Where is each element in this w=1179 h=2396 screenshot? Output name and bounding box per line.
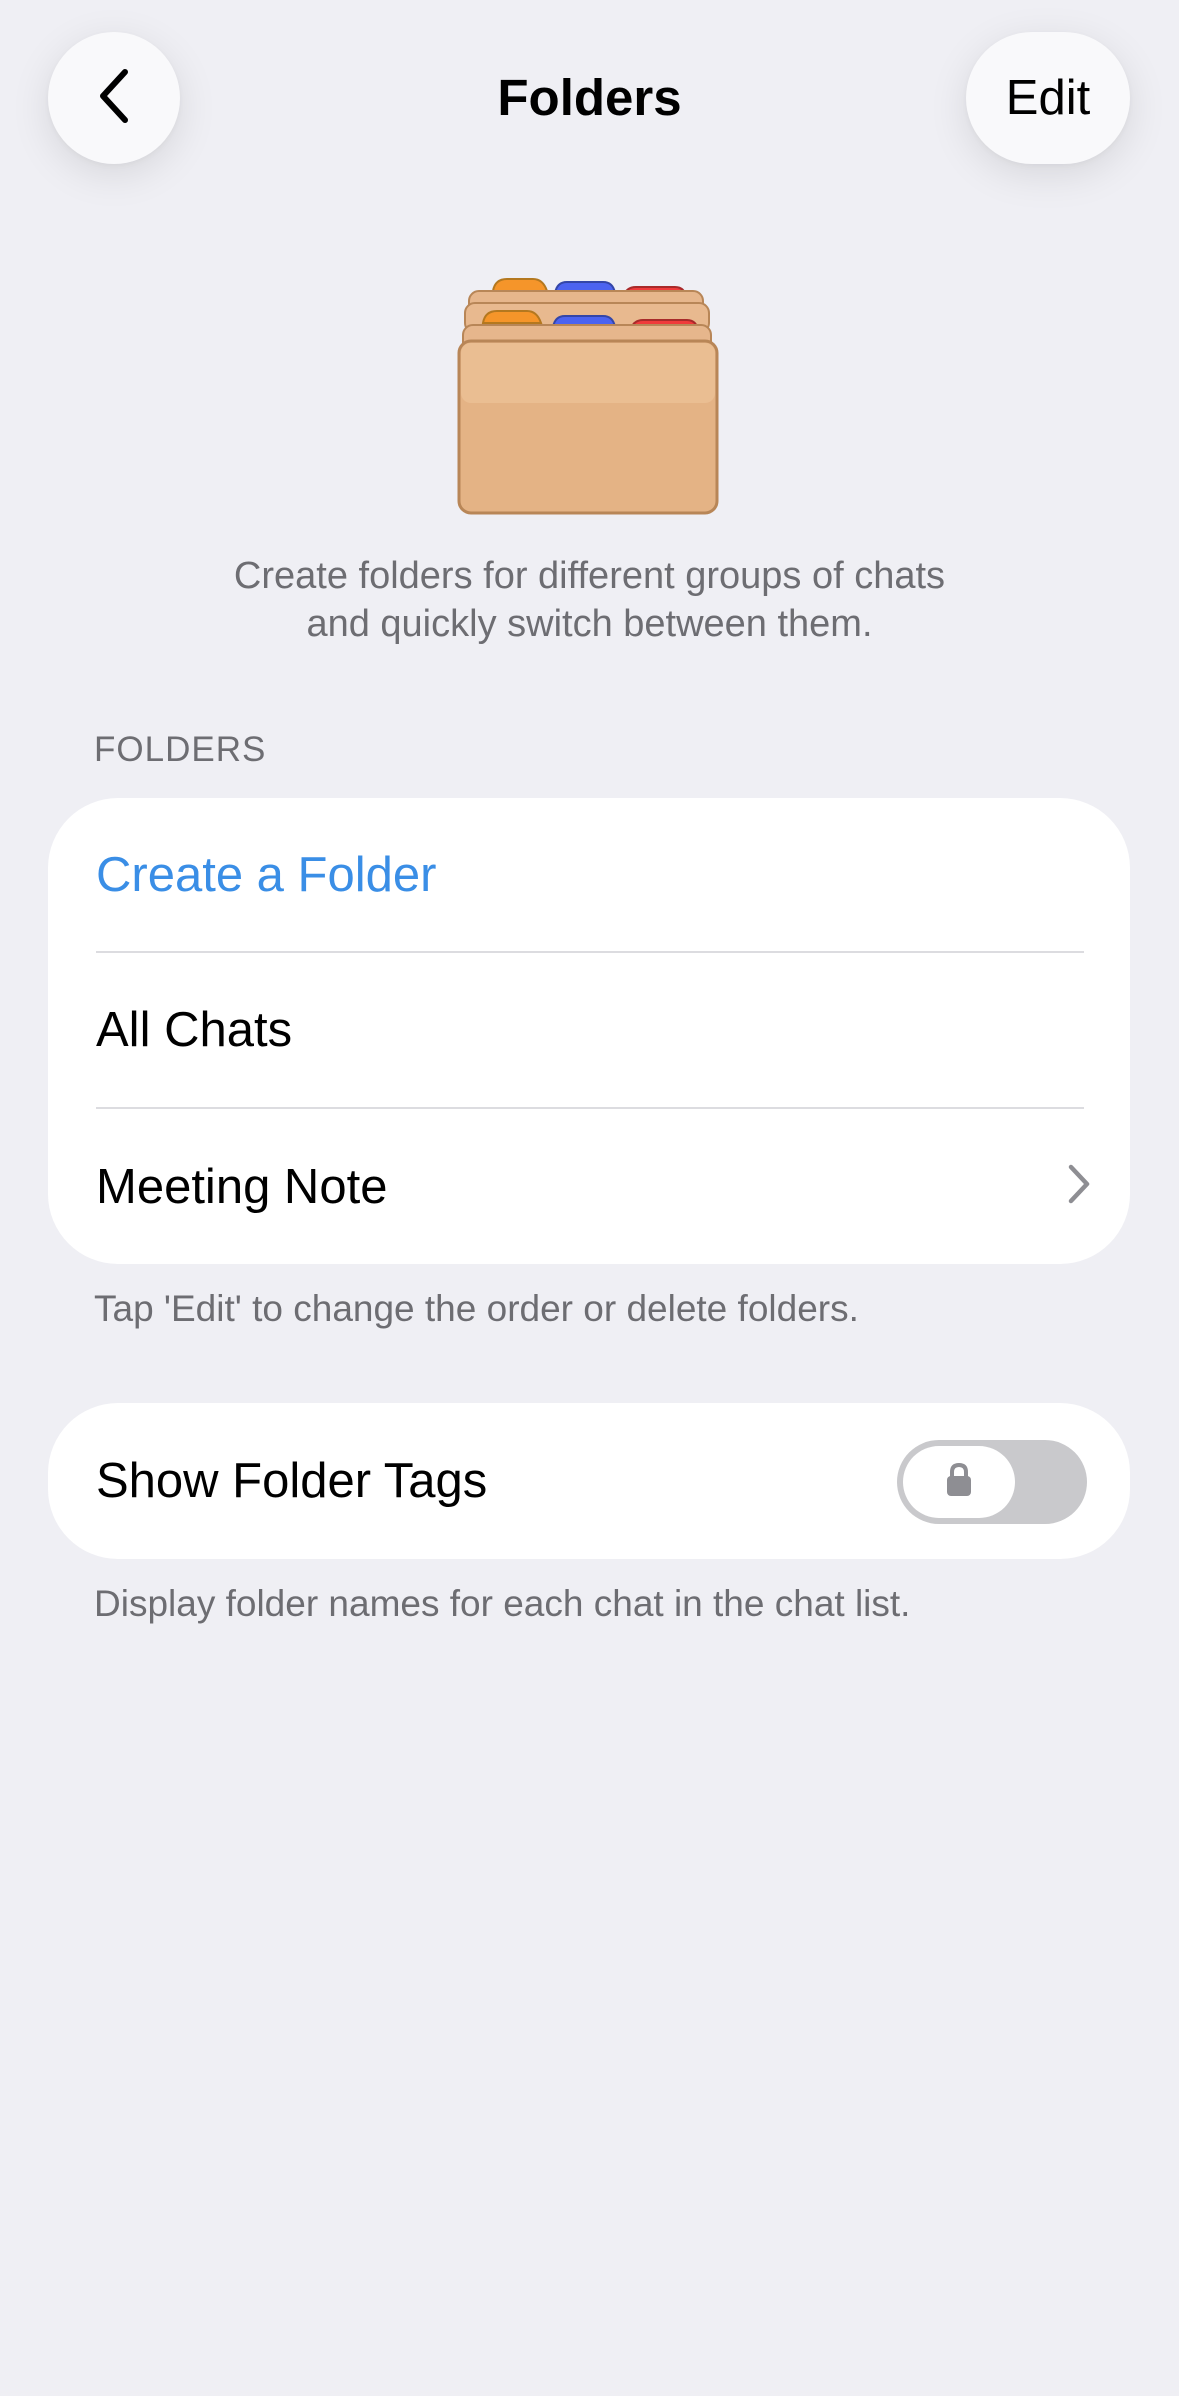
description-line-1: Create folders for different groups of c…: [233, 555, 946, 597]
chevron-right-icon: [1066, 1163, 1092, 1210]
folders-description: Create folders for different groups of c…: [140, 552, 1039, 648]
description-line-2: and quickly switch between them.: [306, 603, 873, 645]
folders-illustration: [455, 265, 720, 515]
create-folder-row[interactable]: Create a Folder: [48, 798, 1130, 952]
show-folder-tags-toggle[interactable]: [897, 1440, 1087, 1524]
folder-label: Meeting Note: [96, 1159, 388, 1214]
folders-list: Create a Folder All Chats Meeting Note: [48, 798, 1130, 1264]
create-folder-label: Create a Folder: [96, 848, 437, 902]
folder-row-all-chats[interactable]: All Chats: [48, 953, 1130, 1107]
folder-tags-footer-note: Display folder names for each chat in th…: [94, 1583, 911, 1624]
folder-row-meeting-note[interactable]: Meeting Note: [48, 1109, 1130, 1264]
lock-icon: [944, 1462, 974, 1503]
folders-section-header: FOLDERS: [94, 730, 267, 769]
show-folder-tags-label: Show Folder Tags: [96, 1454, 488, 1508]
folder-label: All Chats: [96, 1003, 293, 1057]
folders-footer-note: Tap 'Edit' to change the order or delete…: [94, 1288, 859, 1329]
folder-tags-card: Show Folder Tags: [48, 1403, 1130, 1559]
edit-button[interactable]: Edit: [966, 32, 1130, 164]
toggle-knob: [903, 1446, 1015, 1518]
